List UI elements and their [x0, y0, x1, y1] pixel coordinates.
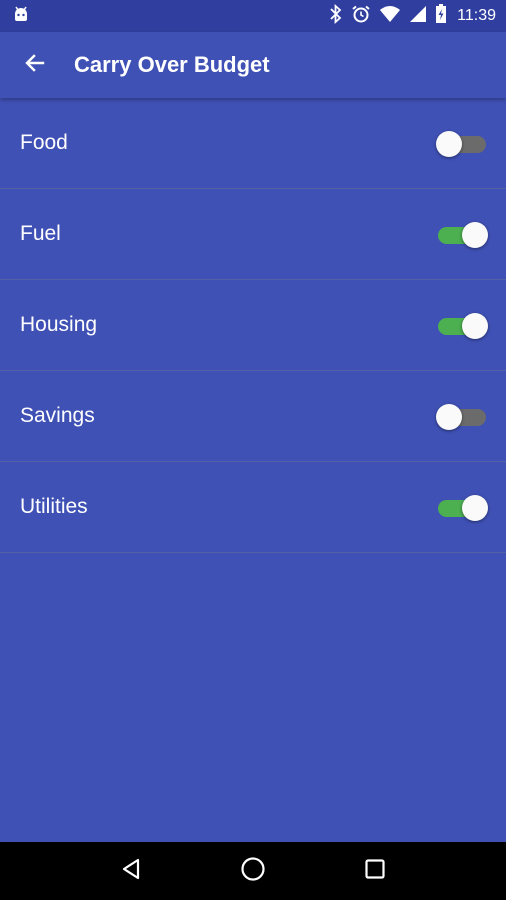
nav-home-button[interactable]: [228, 846, 278, 896]
android-notification-icon: [12, 5, 30, 28]
category-toggle[interactable]: [436, 219, 488, 249]
app-bar: Carry Over Budget: [0, 32, 506, 98]
toggle-thumb: [436, 404, 462, 430]
back-triangle-icon: [119, 857, 143, 886]
status-time: 11:39: [457, 7, 496, 24]
category-list: Food Fuel Housing Savings Utilities: [0, 98, 506, 553]
category-label: Housing: [20, 313, 98, 336]
category-toggle[interactable]: [436, 492, 488, 522]
wifi-icon: [379, 5, 401, 28]
category-toggle[interactable]: [436, 401, 488, 431]
category-row-food[interactable]: Food: [0, 98, 506, 189]
toggle-thumb: [462, 222, 488, 248]
arrow-back-icon: [23, 51, 47, 80]
nav-back-button[interactable]: [106, 846, 156, 896]
status-bar: 11:39: [0, 0, 506, 32]
category-label: Utilities: [20, 495, 88, 518]
back-button[interactable]: [0, 32, 70, 98]
category-row-housing[interactable]: Housing: [0, 280, 506, 371]
category-toggle[interactable]: [436, 310, 488, 340]
signal-icon: [409, 5, 427, 28]
category-label: Food: [20, 131, 68, 154]
category-row-fuel[interactable]: Fuel: [0, 189, 506, 280]
alarm-icon: [351, 4, 371, 29]
toggle-thumb: [462, 495, 488, 521]
page-title: Carry Over Budget: [74, 52, 270, 77]
recents-square-icon: [364, 858, 386, 885]
category-row-utilities[interactable]: Utilities: [0, 462, 506, 553]
toggle-thumb: [436, 131, 462, 157]
category-label: Savings: [20, 404, 95, 427]
home-circle-icon: [240, 856, 266, 887]
toggle-thumb: [462, 313, 488, 339]
system-nav-bar: [0, 842, 506, 900]
battery-charging-icon: [435, 3, 447, 29]
category-row-savings[interactable]: Savings: [0, 371, 506, 462]
bluetooth-icon: [329, 3, 343, 29]
category-toggle[interactable]: [436, 128, 488, 158]
nav-recents-button[interactable]: [350, 846, 400, 896]
category-label: Fuel: [20, 222, 61, 245]
